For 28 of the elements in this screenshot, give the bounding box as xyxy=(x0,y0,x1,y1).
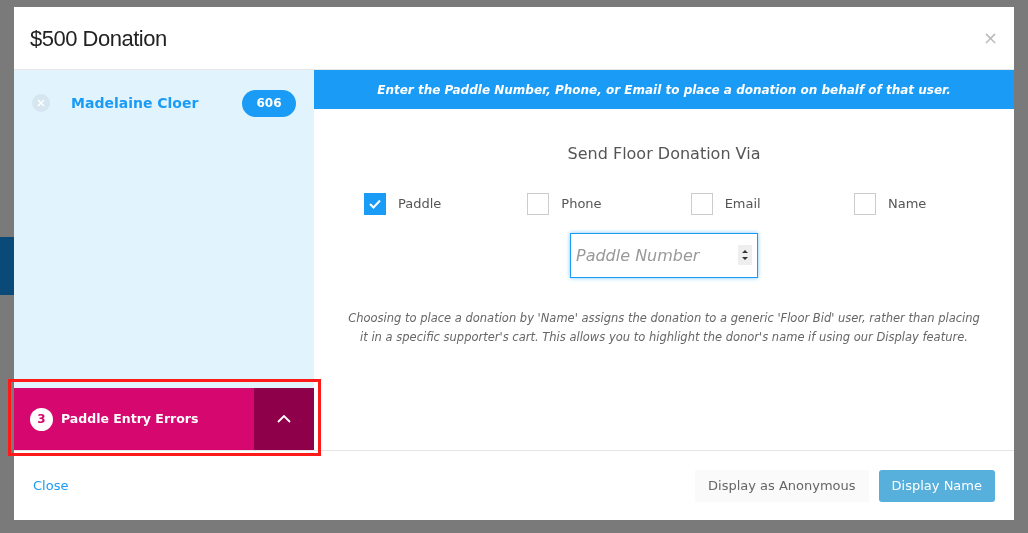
option-label: Name xyxy=(888,195,927,214)
checkbox[interactable] xyxy=(364,193,386,215)
option-label: Phone xyxy=(561,195,602,214)
background-panel xyxy=(0,237,14,295)
paddle-number: 606 xyxy=(242,89,296,117)
check-icon xyxy=(369,199,381,209)
donor-name[interactable]: Madelaine Cloer xyxy=(71,92,242,114)
anonymous-button[interactable]: Display as Anonymous xyxy=(695,469,869,502)
error-label: Paddle Entry Errors xyxy=(61,409,199,428)
checkbox[interactable] xyxy=(690,193,713,215)
option-label: Email xyxy=(724,195,761,214)
display-name-button[interactable]: Display Name xyxy=(878,469,995,502)
error-count: 3 xyxy=(30,407,53,431)
section-heading: Send Floor Donation Via xyxy=(567,143,761,165)
modal-title: $500 Donation xyxy=(30,24,167,53)
checkbox[interactable] xyxy=(527,193,550,215)
close-link[interactable]: Close xyxy=(33,475,69,496)
spinner-icon[interactable] xyxy=(738,245,752,265)
chevron-icon xyxy=(277,415,291,423)
close-button[interactable]: × xyxy=(982,29,998,47)
error-bar[interactable]: 3 Paddle Entry Errors xyxy=(14,388,254,450)
info-banner: Enter the Paddle Number, Phone, or Email to place a donation on behalf of that user. xyxy=(314,70,1014,109)
paddle-number-field[interactable]: Paddle Number xyxy=(570,233,758,278)
remove-icon[interactable] xyxy=(32,94,50,112)
expand-button[interactable] xyxy=(254,388,314,450)
help-text: Choosing to place a donation by 'Name' assigns the donation to a generic 'Floor Bid' user, rather than placing it in a specific supporter's cart. This allows you to highlight the donor's name if using our Display feature. xyxy=(347,310,981,346)
checkbox[interactable] xyxy=(854,193,876,215)
option-label: Paddle xyxy=(398,195,442,214)
